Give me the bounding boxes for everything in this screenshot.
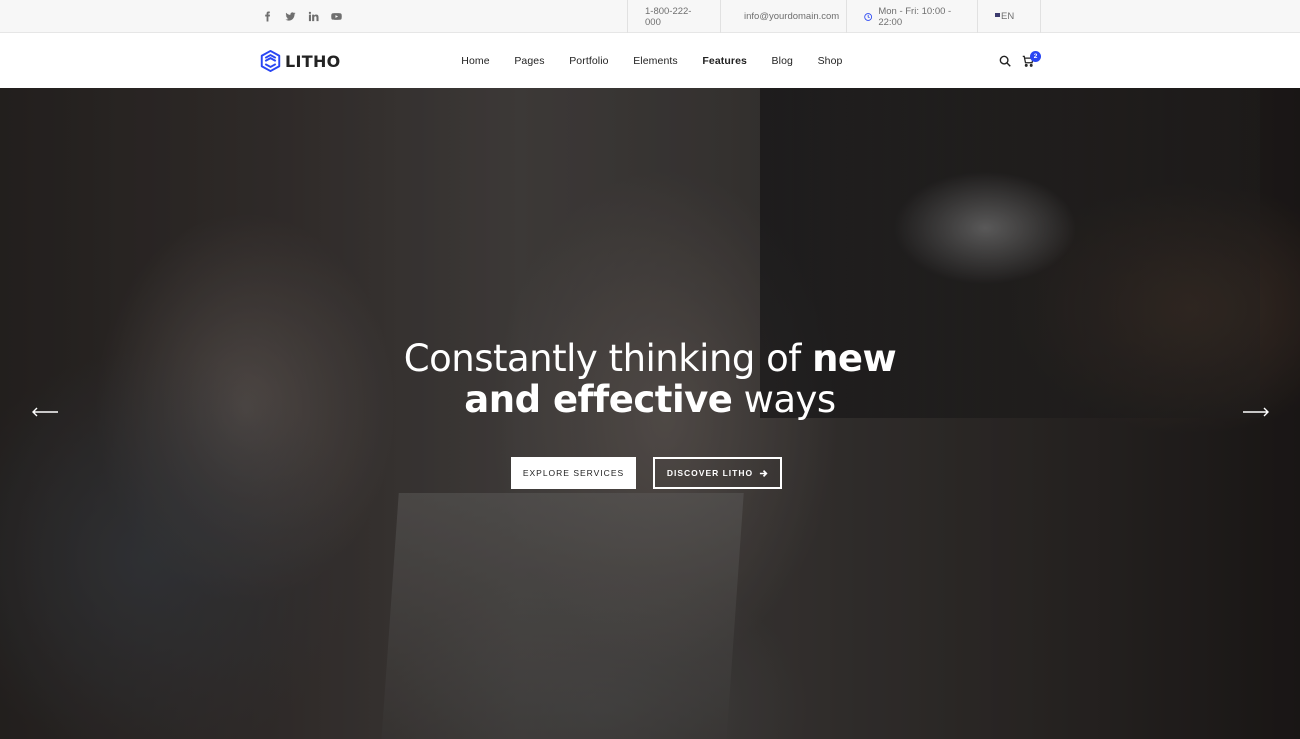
social-links	[262, 0, 342, 33]
hero-slider: Constantly thinking of new and effective…	[0, 88, 1300, 739]
headline-thin-2: ways	[732, 378, 837, 421]
top-bar: 1-800-222-000 info@yourdomain.com Mon - …	[0, 0, 1300, 33]
slider-next-arrow-icon[interactable]	[1242, 406, 1270, 418]
hours-text: Mon - Fri: 10:00 - 22:00	[878, 5, 952, 28]
arrow-right-icon	[760, 469, 768, 477]
nav-item-home[interactable]: Home	[449, 55, 502, 67]
cart-count-badge: 2	[1030, 51, 1041, 62]
logo-text: LITHO	[285, 51, 341, 71]
main-nav: Home Pages Portfolio Elements Features B…	[449, 34, 855, 88]
email-text: info@yourdomain.com	[744, 11, 840, 22]
site-logo[interactable]: LITHO	[260, 49, 341, 73]
phone-text: 1-800-222-000	[645, 5, 692, 28]
headline-bold-1: new	[812, 337, 897, 380]
email-link[interactable]: info@yourdomain.com	[720, 0, 847, 33]
nav-item-pages[interactable]: Pages	[502, 55, 557, 67]
language-label: EN	[1001, 11, 1015, 22]
linkedin-icon[interactable]	[308, 11, 319, 22]
explore-services-label: EXPLORE SERVICES	[522, 468, 625, 478]
youtube-icon[interactable]	[331, 11, 342, 22]
hero-headline: Constantly thinking of new and effective…	[0, 338, 1300, 420]
slider-prev-arrow-icon[interactable]	[31, 406, 59, 418]
opening-hours: Mon - Fri: 10:00 - 22:00	[846, 0, 978, 33]
main-header: LITHO Home Pages Portfolio Elements Feat…	[0, 34, 1300, 88]
explore-services-button[interactable]: EXPLORE SERVICES	[511, 457, 636, 489]
twitter-icon[interactable]	[285, 11, 296, 22]
search-icon[interactable]	[998, 54, 1012, 68]
clock-icon	[864, 12, 873, 21]
phone-number[interactable]: 1-800-222-000	[627, 0, 721, 33]
discover-litho-button[interactable]: DISCOVER LITHO	[653, 457, 782, 489]
nav-item-elements[interactable]: Elements	[621, 55, 690, 67]
logo-cube-icon	[260, 49, 281, 73]
discover-litho-label: DISCOVER LITHO	[666, 468, 754, 478]
nav-item-shop[interactable]: Shop	[805, 55, 855, 67]
facebook-icon[interactable]	[262, 11, 273, 22]
nav-item-features[interactable]: Features	[690, 55, 759, 67]
headline-thin-1: Constantly thinking of	[403, 337, 813, 380]
headline-bold-2: and effective	[464, 378, 733, 421]
nav-item-portfolio[interactable]: Portfolio	[557, 55, 621, 67]
nav-item-blog[interactable]: Blog	[759, 55, 805, 67]
language-selector[interactable]: EN	[977, 0, 1041, 33]
